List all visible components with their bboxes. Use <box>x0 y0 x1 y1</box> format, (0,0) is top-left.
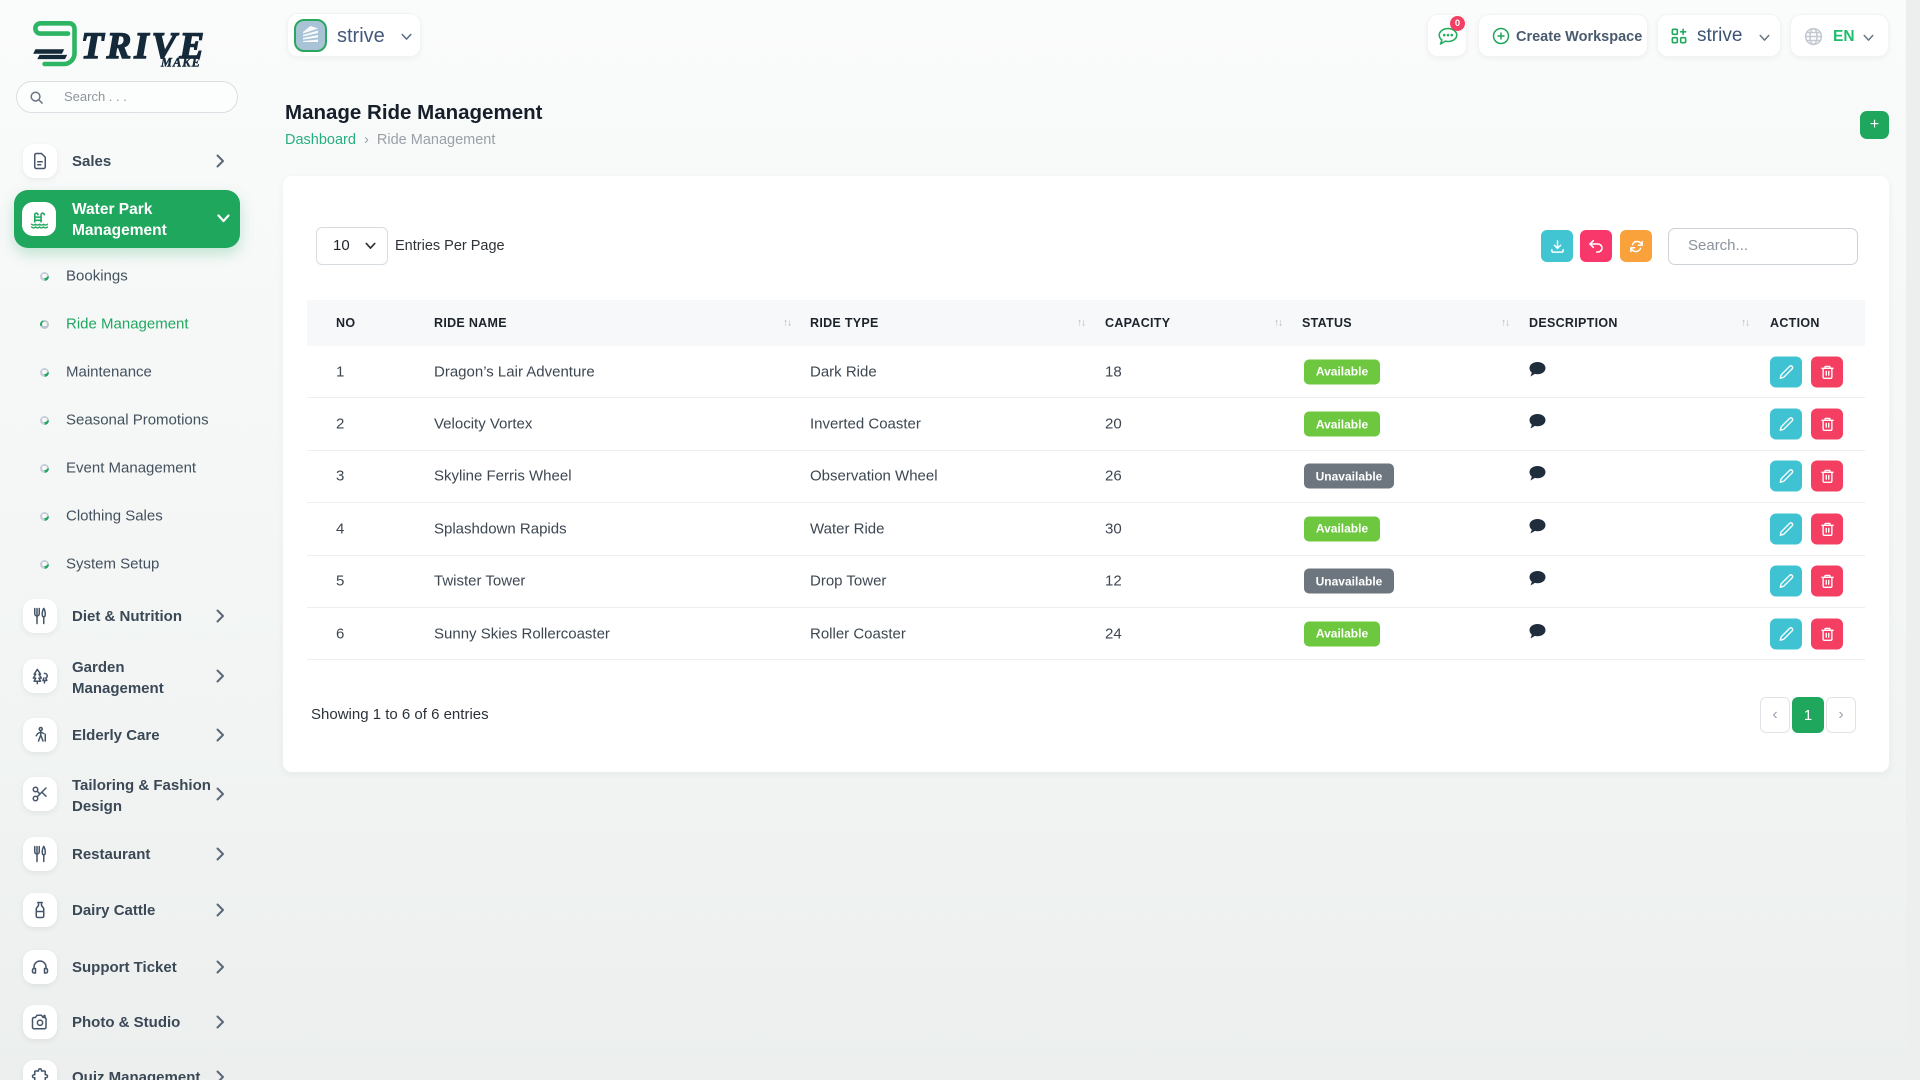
svg-text:MAKE: MAKE <box>160 56 201 70</box>
